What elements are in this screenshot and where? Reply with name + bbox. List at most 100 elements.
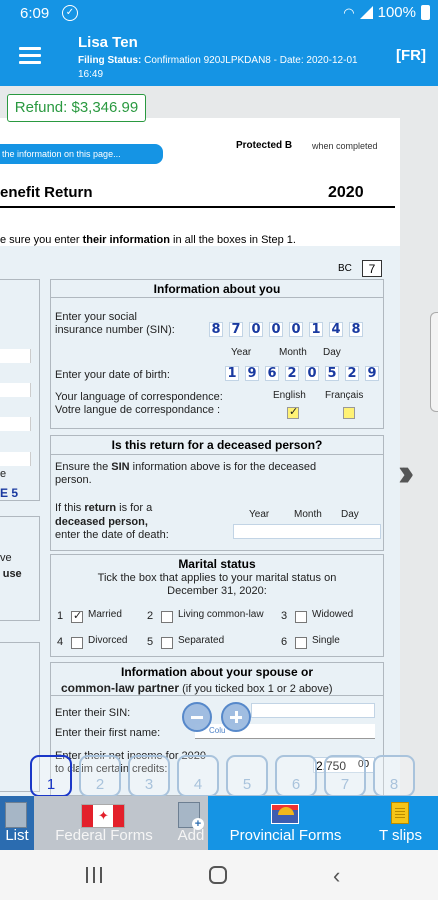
page-button-1[interactable]: 1 — [30, 755, 72, 797]
page-button-8[interactable]: 8 — [373, 755, 415, 797]
clock: 6:09 — [20, 5, 50, 22]
digit-box[interactable]: 6 — [265, 366, 279, 381]
digit-box[interactable]: 4 — [329, 322, 343, 337]
marital-option-number: 2 — [147, 610, 154, 622]
page-button-4[interactable]: 4 — [177, 755, 219, 797]
info-pill-button[interactable]: the information on this page... — [0, 144, 163, 164]
form-title: enefit Return — [0, 184, 93, 201]
digit-box[interactable]: 0 — [289, 322, 303, 337]
english-checkbox[interactable]: ✓ — [287, 406, 299, 419]
info-about-you-panel: Information about you Enter your social … — [50, 279, 384, 429]
left-field[interactable] — [0, 349, 31, 363]
document-list-icon — [5, 802, 27, 828]
spouse-heading-1: Information about your spouse or — [120, 665, 313, 679]
marital-sub-1: Tick the box that applies to your marita… — [97, 572, 337, 584]
left-fragment-ve: ve — [0, 552, 12, 564]
francais-label: Français — [325, 390, 364, 401]
digit-box[interactable]: 2 — [345, 366, 359, 381]
marital-option-label: Married — [88, 609, 122, 620]
spouse-sin-label: Enter their SIN: — [55, 707, 131, 719]
marital-option-number: 4 — [57, 636, 64, 648]
recents-icon[interactable] — [86, 867, 104, 883]
back-icon[interactable]: ‹ — [333, 863, 340, 889]
marital-heading: Marital status — [178, 557, 256, 571]
digit-box[interactable]: 2 — [285, 366, 299, 381]
page-button-2[interactable]: 2 — [79, 755, 121, 797]
digit-box[interactable]: 9 — [245, 366, 259, 381]
deceased-heading: Is this return for a deceased person? — [111, 438, 323, 452]
filing-status-label: Filing Status: — [78, 55, 142, 66]
menu-icon[interactable] — [19, 47, 41, 65]
digit-box[interactable]: 0 — [305, 366, 319, 381]
page-button-6[interactable]: 6 — [275, 755, 317, 797]
marital-option-checkbox[interactable] — [71, 637, 83, 649]
marital-option-checkbox[interactable] — [295, 637, 307, 649]
language-toggle-button[interactable]: [FR] — [396, 47, 426, 64]
marital-option-number: 3 — [281, 610, 288, 622]
status-bar: 6:09 ✓ ◠ 100% — [0, 0, 438, 28]
dob-label: Enter your date of birth: — [55, 369, 170, 381]
digit-box[interactable]: 1 — [309, 322, 323, 337]
page-button-7[interactable]: 7 — [324, 755, 366, 797]
marital-status-panel: Marital status Tick the box that applies… — [50, 554, 384, 657]
left-field[interactable] — [0, 383, 31, 397]
marital-option-number: 1 — [57, 610, 64, 622]
spouse-heading-2: common-law partner (if you ticked box 1 … — [61, 681, 333, 695]
tax-form-page: the information on this page... Protecte… — [0, 118, 400, 796]
province-code: BC — [338, 263, 352, 274]
death-month-label: Month — [294, 509, 322, 520]
side-scroll-handle[interactable] — [430, 312, 438, 412]
marital-option-label: Widowed — [312, 609, 354, 620]
language-label-en: Your language of correspondence: — [55, 391, 223, 403]
page-pager: 12345678 — [30, 755, 430, 799]
marital-option-checkbox[interactable]: ✓ — [71, 610, 83, 623]
left-field[interactable] — [0, 417, 31, 431]
form-year: 2020 — [328, 184, 364, 201]
francais-checkbox[interactable] — [343, 407, 355, 419]
when-completed-label: when completed — [312, 141, 378, 151]
left-fragment-code: E 5 — [0, 486, 19, 500]
zoom-in-button[interactable] — [221, 702, 251, 732]
digit-box[interactable]: 1 — [225, 366, 239, 381]
marital-option-label: Divorced — [88, 635, 128, 646]
spouse-first-name-label: Enter their first name: — [55, 727, 161, 739]
marital-option-checkbox[interactable] — [295, 611, 307, 623]
death-day-label: Day — [341, 509, 359, 520]
page-button-3[interactable]: 3 — [128, 755, 170, 797]
tab-provincial-forms[interactable]: Provincial Forms — [208, 796, 363, 850]
tab-t-slips[interactable]: T slips — [363, 796, 438, 850]
dob-month-label: Month — [279, 347, 307, 358]
deceased-person-label: deceased person, — [55, 516, 148, 528]
digit-box[interactable]: 7 — [229, 322, 243, 337]
marital-option-label: Single — [312, 635, 340, 646]
canada-flag-icon: ✦ — [81, 804, 125, 828]
digit-box[interactable]: 8 — [209, 322, 223, 337]
marital-option-checkbox[interactable] — [161, 611, 173, 623]
death-date-input[interactable] — [233, 524, 381, 539]
tab-federal-forms[interactable]: ✦ Federal Forms — [34, 796, 174, 850]
deceased-if: If this return is for a — [55, 502, 153, 514]
digit-box[interactable]: 8 — [349, 322, 363, 337]
spouse-sin-input[interactable] — [251, 703, 375, 718]
digit-box[interactable]: 0 — [249, 322, 263, 337]
next-page-chevron-icon[interactable]: ›› — [398, 452, 415, 495]
home-icon[interactable] — [209, 866, 227, 884]
page-button-5[interactable]: 5 — [226, 755, 268, 797]
protected-label: Protected B — [236, 140, 293, 151]
left-field[interactable] — [0, 452, 31, 466]
refund-badge[interactable]: Refund: $3,346.99 — [7, 94, 146, 122]
digit-box[interactable]: 9 — [365, 366, 379, 381]
tab-add[interactable]: + Add — [174, 796, 208, 850]
zoom-out-button[interactable] — [182, 702, 212, 732]
tab-list[interactable]: List — [0, 796, 34, 850]
marital-option-checkbox[interactable] — [161, 637, 173, 649]
digit-box[interactable]: 5 — [325, 366, 339, 381]
province-box[interactable]: 7 — [362, 260, 382, 277]
marital-option-label: Living common-law — [178, 609, 264, 620]
deceased-text-2: person. — [55, 474, 92, 486]
check-circle-icon: ✓ — [62, 5, 78, 21]
dob-year-label: Year — [231, 347, 252, 358]
left-fragment-e: e — [0, 468, 7, 480]
digit-box[interactable]: 0 — [269, 322, 283, 337]
left-fragment-use: f use — [0, 568, 22, 580]
